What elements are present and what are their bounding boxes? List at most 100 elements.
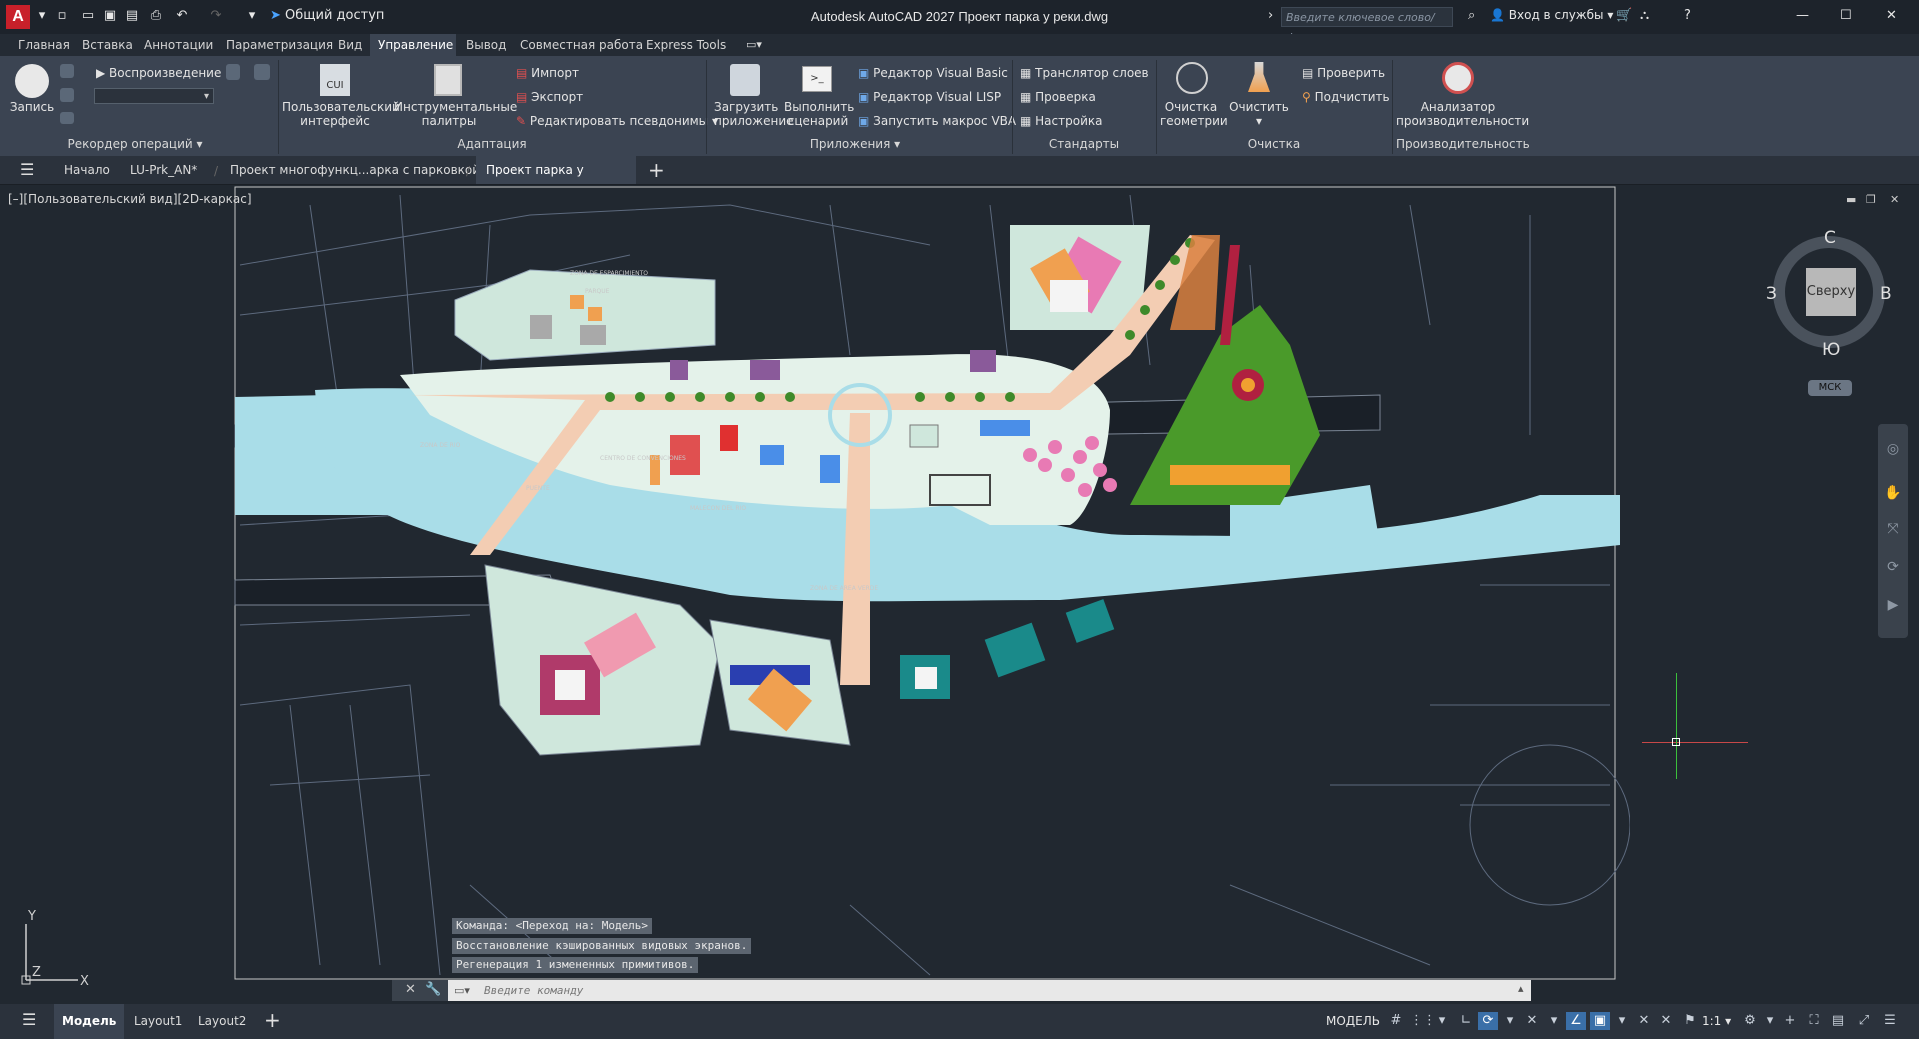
new-tab-icon[interactable]: + — [648, 158, 665, 182]
search-expand-icon[interactable]: › — [1268, 8, 1273, 23]
orbit-icon[interactable]: ⟳ — [1884, 558, 1902, 576]
tab-manage[interactable]: Управление — [370, 34, 456, 56]
tab-annotate[interactable]: Аннотации — [136, 34, 221, 56]
zoom-extents-icon[interactable]: ⤧ — [1884, 520, 1902, 538]
autodesk-account-icon[interactable]: ⛬ — [1640, 8, 1649, 23]
customize-command-icon[interactable]: 🔧 — [425, 982, 441, 997]
workspace-dropdown-icon[interactable]: ▾ — [1760, 1012, 1780, 1030]
layout-tab-layout1[interactable]: Layout1 — [126, 1004, 190, 1039]
cui-icon[interactable]: CUI — [320, 64, 350, 96]
steering-wheel-icon[interactable]: ◎ — [1884, 440, 1902, 458]
tab-express-tools[interactable]: Express Tools — [638, 34, 734, 56]
auto-scale-icon[interactable]: ✕ — [1656, 1012, 1676, 1030]
performance-analyzer-icon[interactable] — [1442, 62, 1474, 94]
dynamic-input-icon[interactable]: ▣ — [1590, 1012, 1610, 1030]
viewport-minimize-icon[interactable]: ▬ — [1846, 193, 1856, 206]
performance-analyzer-button[interactable]: Анализатор производительности — [1396, 100, 1529, 128]
command-history-toggle-icon[interactable]: ▴ — [1518, 982, 1524, 995]
configure-button[interactable]: ▦ Настройка — [1020, 114, 1102, 128]
tool-palettes-button[interactable]: Инструментальные палитры — [394, 100, 517, 128]
viewport-controls-label[interactable]: [–][Пользовательский вид][2D-каркас] — [8, 192, 252, 206]
manage-macros-icon[interactable] — [254, 64, 270, 80]
layer-translator-button[interactable]: ▦ Транслятор слоев — [1020, 66, 1149, 80]
tab-collaborate[interactable]: Совместная работа — [512, 34, 651, 56]
export-button[interactable]: ▤ Экспорт — [516, 90, 583, 104]
user-interface-button[interactable]: Пользовательский интерфейс — [282, 100, 400, 128]
run-script-button[interactable]: Выполнить сценарий — [784, 100, 854, 128]
insert-message-icon[interactable] — [60, 64, 74, 78]
compass-east[interactable]: В — [1880, 284, 1892, 304]
search-input[interactable]: Введите ключевое слово/фразу — [1281, 7, 1453, 44]
request-input-icon[interactable] — [60, 88, 74, 102]
polar-dropdown-icon[interactable]: ▾ — [1500, 1012, 1520, 1030]
layout-tab-model[interactable]: Модель — [54, 1004, 125, 1039]
load-application-button[interactable]: Загрузить приложение — [714, 100, 794, 128]
load-app-icon[interactable] — [730, 64, 760, 96]
snap-dropdown-icon[interactable]: ▾ — [1432, 1012, 1452, 1030]
new-layout-icon[interactable]: + — [264, 1008, 281, 1032]
macro-select-dropdown[interactable]: ▾ — [94, 88, 214, 104]
overkill-icon[interactable] — [1176, 62, 1208, 94]
layout-tab-layout2[interactable]: Layout2 — [190, 1004, 254, 1039]
showmotion-icon[interactable]: ▶ — [1884, 596, 1902, 614]
viewport-close-icon[interactable]: ✕ — [1890, 193, 1899, 206]
overkill-button[interactable]: Очистка геометрии — [1160, 100, 1228, 128]
annotation-monitor-icon[interactable]: + — [1780, 1012, 1800, 1030]
verify-button[interactable]: ▤ Проверить — [1302, 66, 1385, 80]
recent-commands-icon[interactable]: ▭▾ — [454, 984, 470, 997]
compass-west[interactable]: З — [1766, 284, 1777, 304]
snap-icon[interactable]: ⋮⋮ — [1410, 1012, 1436, 1030]
search-icon[interactable]: ⌕ — [1468, 8, 1475, 23]
annotation-visibility-icon[interactable]: ✕ — [1634, 1012, 1654, 1030]
minimize-button[interactable]: — — [1796, 8, 1809, 23]
clean-screen-icon[interactable]: ⤢ — [1854, 1012, 1874, 1030]
tab-home[interactable]: Главная — [10, 34, 78, 56]
isodraft-icon[interactable]: ✕ — [1522, 1012, 1542, 1030]
ortho-icon[interactable]: ⟳ — [1478, 1012, 1498, 1030]
file-tabs-menu-icon[interactable]: ☰ — [20, 161, 38, 179]
site-plan-drawing[interactable]: PARQUE ZONA DE ESPARCIMIENTO CENTRO DE C… — [230, 185, 1630, 1001]
count-button[interactable]: ⚲ Подчистить — [1302, 90, 1390, 104]
doc-tab-multifunction[interactable]: Проект многофункц...арка с парковкой* — [220, 156, 496, 184]
object-snap-tracking-icon[interactable]: ▾ — [1544, 1012, 1564, 1030]
record-icon[interactable] — [15, 64, 49, 98]
record-button-label[interactable]: Запись — [8, 100, 56, 114]
group-action-recorder[interactable]: Рекордер операций ▾ — [60, 134, 210, 154]
wcs-menu-button[interactable]: МСК — [1808, 380, 1852, 396]
ribbon-minimize-icon[interactable]: ▭▾ — [746, 38, 766, 52]
layout-tabs-menu-icon[interactable]: ☰ — [22, 1010, 36, 1029]
tab-parametric[interactable]: Параметризация — [218, 34, 341, 56]
compass-north[interactable]: С — [1824, 228, 1836, 248]
purge-button[interactable]: Очистить ▾ — [1228, 100, 1290, 128]
doc-tab-river-park[interactable]: Проект парка у реки*✕ — [476, 156, 636, 205]
group-applications[interactable]: Приложения ▾ — [710, 134, 1000, 154]
model-space-toggle[interactable]: МОДЕЛЬ — [1326, 1012, 1380, 1030]
tab-view[interactable]: Вид — [330, 34, 370, 56]
tab-output[interactable]: Вывод — [458, 34, 514, 56]
lisp-editor-button[interactable]: ▣ Редактор Visual LISP — [858, 90, 1001, 104]
units-icon[interactable]: ⛶ — [1804, 1012, 1824, 1030]
customization-menu-icon[interactable]: ☰ — [1880, 1012, 1900, 1030]
maximize-button[interactable]: ☐ — [1840, 8, 1852, 23]
workspace-gear-icon[interactable]: ⚙ — [1740, 1012, 1760, 1030]
graphics-performance-icon[interactable]: ▤ — [1828, 1012, 1848, 1030]
viewcube-top-face[interactable]: Сверху — [1806, 268, 1856, 316]
tool-palettes-icon[interactable] — [434, 64, 462, 96]
signin-button[interactable]: 👤 Вход в службы ▾ — [1490, 8, 1613, 22]
grid-icon[interactable]: # — [1386, 1012, 1406, 1030]
pan-icon[interactable]: ✋ — [1884, 484, 1902, 502]
annotation-scale-dropdown[interactable]: 1:1 ▾ — [1702, 1012, 1731, 1030]
run-script-icon[interactable]: >_ — [802, 66, 832, 92]
command-input[interactable]: Введите команду — [448, 980, 1531, 1001]
viewport-restore-icon[interactable]: ❐ — [1866, 193, 1876, 206]
vb-editor-button[interactable]: ▣ Редактор Visual Basic — [858, 66, 1008, 80]
osnap-dropdown-icon[interactable]: ▾ — [1612, 1012, 1632, 1030]
check-button[interactable]: ▦ Проверка — [1020, 90, 1096, 104]
import-button[interactable]: ▤ Импорт — [516, 66, 579, 80]
compass-south[interactable]: Ю — [1822, 340, 1840, 360]
run-vba-button[interactable]: ▣ Запустить макрос VBA — [858, 114, 1016, 128]
infer-constraints-icon[interactable]: ∟ — [1456, 1012, 1476, 1030]
insert-base-point-icon[interactable] — [60, 112, 74, 124]
edit-aliases-button[interactable]: ✎ Редактировать псевдонимы ▾ — [516, 114, 718, 128]
preferences-icon[interactable] — [226, 64, 240, 80]
